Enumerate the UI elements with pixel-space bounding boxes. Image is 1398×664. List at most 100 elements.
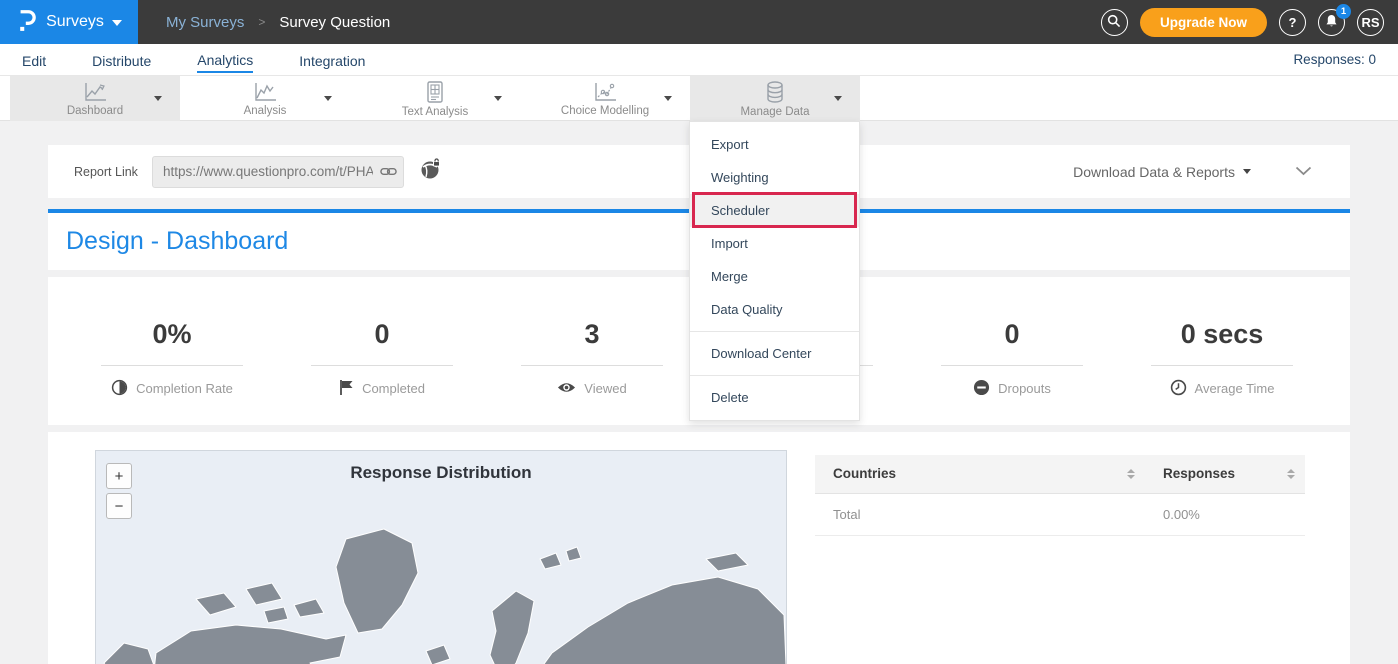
- sort-icon[interactable]: [1127, 469, 1135, 479]
- menu-item-import[interactable]: Import: [690, 227, 859, 260]
- nav-item-integration[interactable]: Integration: [299, 48, 365, 72]
- divider: [311, 365, 453, 366]
- nav-item-distribute[interactable]: Distribute: [92, 48, 151, 72]
- report-link-label: Report Link: [74, 165, 138, 179]
- stat-label: Completion Rate: [136, 381, 233, 396]
- download-data-reports-label: Download Data & Reports: [1073, 164, 1235, 180]
- map-zoom-out-button[interactable]: −: [106, 493, 132, 519]
- response-distribution-map[interactable]: + − Response Distribution: [95, 450, 787, 664]
- question-mark-icon: ?: [1289, 15, 1297, 30]
- top-header: Surveys My Surveys > Survey Question Upg…: [0, 0, 1398, 44]
- line-chart-icon: [82, 81, 108, 103]
- menu-item-weighting[interactable]: Weighting: [690, 161, 859, 194]
- eye-icon: [557, 381, 576, 397]
- tab-label: Analysis: [244, 105, 287, 117]
- manage-data-menu: Export Weighting Scheduler Import Merge …: [689, 121, 860, 421]
- chevron-down-icon: [1243, 169, 1251, 174]
- stat-viewed: 3 Viewed: [487, 277, 697, 425]
- chevron-down-icon[interactable]: [834, 96, 842, 101]
- geo-section: + − Response Distribution: [48, 432, 1350, 664]
- tab-analysis[interactable]: Analysis: [180, 76, 350, 121]
- menu-item-scheduler[interactable]: Scheduler: [690, 194, 859, 227]
- breadcrumb-separator: >: [258, 15, 265, 29]
- upgrade-now-button[interactable]: Upgrade Now: [1140, 8, 1267, 37]
- chevron-down-icon[interactable]: [494, 96, 502, 101]
- tab-label: Manage Data: [740, 106, 809, 118]
- menu-item-data-quality[interactable]: Data Quality: [690, 293, 859, 326]
- stat-label: Dropouts: [998, 381, 1051, 396]
- column-label: Responses: [1163, 466, 1235, 481]
- total-value-cell: 0.00%: [1145, 493, 1305, 535]
- tab-label: Choice Modelling: [561, 105, 649, 117]
- flag-icon: [339, 379, 354, 399]
- avatar-initials: RS: [1361, 15, 1379, 30]
- stat-dropouts: 0 Dropouts: [907, 277, 1117, 425]
- page-title: Design - Dashboard: [66, 227, 288, 256]
- text-document-icon: [424, 80, 446, 104]
- chevron-down-icon[interactable]: [324, 96, 332, 101]
- tab-dashboard[interactable]: Dashboard: [10, 76, 180, 121]
- survey-nav: Edit Distribute Analytics Integration Re…: [0, 44, 1398, 76]
- column-header-countries[interactable]: Countries: [815, 455, 1145, 493]
- stat-value: 0: [1004, 319, 1019, 355]
- column-header-responses[interactable]: Responses: [1145, 455, 1305, 493]
- breadcrumb: My Surveys > Survey Question: [166, 14, 390, 31]
- half-circle-icon: [111, 379, 128, 399]
- table-row: Total 0.00%: [815, 493, 1305, 535]
- divider: [101, 365, 243, 366]
- stat-completion-rate: 0% Completion Rate: [67, 277, 277, 425]
- globe-lock-icon[interactable]: [420, 158, 442, 185]
- questionpro-analytics-page: Surveys My Surveys > Survey Question Upg…: [0, 0, 1398, 664]
- stat-value: 3: [584, 319, 599, 355]
- sort-icon[interactable]: [1287, 469, 1295, 479]
- divider: [521, 365, 663, 366]
- tab-choice-modelling[interactable]: Choice Modelling: [520, 76, 690, 121]
- menu-item-download-center[interactable]: Download Center: [690, 337, 859, 370]
- stat-completed: 0 Completed: [277, 277, 487, 425]
- header-actions: Upgrade Now ? 1 RS: [1101, 8, 1398, 37]
- product-switcher[interactable]: Surveys: [0, 0, 138, 44]
- search-button[interactable]: [1101, 9, 1128, 36]
- stat-label: Average Time: [1195, 381, 1275, 396]
- breadcrumb-my-surveys[interactable]: My Surveys: [166, 14, 244, 31]
- download-data-reports-dropdown[interactable]: Download Data & Reports: [1073, 164, 1251, 180]
- stat-label: Completed: [362, 381, 425, 396]
- tab-manage-data[interactable]: Manage Data: [690, 76, 860, 121]
- stat-label: Viewed: [584, 381, 626, 396]
- link-icon[interactable]: [380, 164, 397, 184]
- report-link-input[interactable]: [152, 156, 404, 188]
- column-label: Countries: [833, 466, 896, 481]
- divider: [941, 365, 1083, 366]
- nav-item-analytics[interactable]: Analytics: [197, 47, 253, 73]
- menu-item-delete[interactable]: Delete: [690, 381, 859, 414]
- map-zoom-in-button[interactable]: +: [106, 463, 132, 489]
- table-header-row: Countries Responses: [815, 455, 1305, 493]
- avatar[interactable]: RS: [1357, 9, 1384, 36]
- minus-circle-icon: [973, 379, 990, 399]
- chevron-down-icon[interactable]: [664, 96, 672, 101]
- stat-average-time: 0 secs Average Time: [1117, 277, 1327, 425]
- product-menu-label: Surveys: [46, 13, 104, 31]
- tab-text-analysis[interactable]: Text Analysis: [350, 76, 520, 121]
- bell-icon: [1325, 14, 1338, 31]
- menu-divider: [690, 331, 859, 332]
- line-chart-icon: [252, 81, 278, 103]
- tab-label: Dashboard: [67, 105, 123, 117]
- nav-item-edit[interactable]: Edit: [22, 48, 46, 72]
- breadcrumb-current: Survey Question: [279, 14, 390, 31]
- stat-value: 0: [374, 319, 389, 355]
- chevron-down-icon[interactable]: [154, 96, 162, 101]
- menu-item-merge[interactable]: Merge: [690, 260, 859, 293]
- stat-value: 0 secs: [1181, 319, 1264, 355]
- menu-item-export[interactable]: Export: [690, 128, 859, 161]
- collapse-chevron-icon[interactable]: [1295, 163, 1312, 181]
- divider: [1151, 365, 1293, 366]
- notifications-button[interactable]: 1: [1318, 9, 1345, 36]
- analytics-toolbar: Dashboard Analysis: [0, 76, 1398, 121]
- total-label-cell: Total: [815, 493, 1145, 535]
- chevron-down-icon: [112, 20, 122, 26]
- responses-count: Responses: 0: [1293, 52, 1376, 67]
- help-button[interactable]: ?: [1279, 9, 1306, 36]
- world-map: [96, 503, 787, 664]
- stat-value: 0%: [152, 319, 191, 355]
